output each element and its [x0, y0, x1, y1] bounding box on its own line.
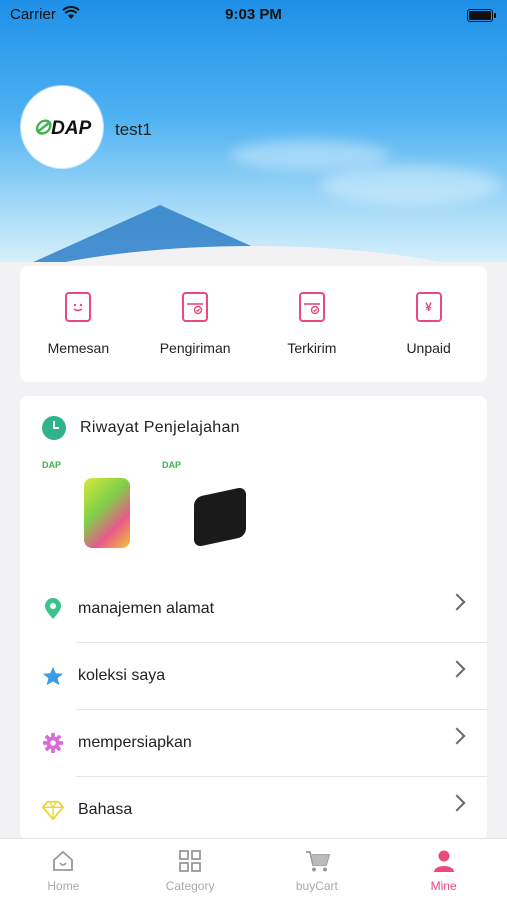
tab-category[interactable]: Category — [127, 839, 254, 901]
menu-item-label: manajemen alamat — [78, 600, 215, 617]
bottom-tab-bar: Home Category buyCart Mine — [0, 838, 507, 901]
home-icon — [51, 849, 75, 873]
chevron-right-icon — [448, 727, 466, 745]
order-memesan-button[interactable]: Memesan — [20, 266, 137, 382]
box-check-icon — [298, 292, 325, 322]
chevron-right-icon — [448, 593, 466, 611]
order-label: Terkirim — [287, 340, 337, 356]
product-charger-image — [194, 486, 246, 548]
cloud-decoration — [320, 165, 500, 205]
cloud-decoration — [230, 140, 390, 170]
order-label: Unpaid — [406, 340, 451, 356]
history-product-thumbnail[interactable]: DAP — [158, 458, 256, 558]
logo-mark-icon: ⊘ — [32, 114, 52, 139]
order-unpaid-button[interactable]: ¥ Unpaid — [370, 266, 487, 382]
order-label: Memesan — [47, 340, 110, 356]
tab-mine[interactable]: Mine — [380, 839, 507, 901]
username[interactable]: test1 — [115, 120, 152, 140]
thumbnail-brand: DAP — [42, 460, 62, 470]
order-status-card: Memesan Pengiriman Terkirim ¥ Unpaid — [20, 266, 487, 382]
tab-label: Home — [47, 879, 80, 893]
box-icon — [182, 292, 209, 322]
yen-icon: ¥ — [415, 292, 442, 322]
tab-buycart[interactable]: buyCart — [254, 839, 381, 901]
grid-icon — [178, 849, 202, 873]
order-pengiriman-button[interactable]: Pengiriman — [137, 266, 254, 382]
menu-card: Riwayat Penjelajahan DAP DAP manajemen a… — [20, 396, 487, 840]
star-icon — [42, 665, 64, 687]
gear-icon — [42, 732, 64, 754]
order-icon — [65, 292, 92, 322]
menu-item-collection[interactable]: koleksi saya — [20, 643, 487, 709]
menu-item-label: Bahasa — [78, 801, 133, 818]
menu-item-language[interactable]: Bahasa — [20, 777, 487, 840]
product-jar-image — [84, 478, 130, 548]
clock-icon — [42, 416, 66, 440]
history-header: Riwayat Penjelajahan — [42, 416, 240, 440]
chevron-right-icon — [448, 794, 466, 812]
location-pin-icon — [42, 598, 64, 620]
tab-home[interactable]: Home — [0, 839, 127, 901]
battery-icon — [467, 9, 496, 22]
menu-item-label: mempersiapkan — [78, 734, 192, 751]
menu-item-label: koleksi saya — [78, 667, 166, 684]
diamond-icon — [42, 799, 64, 821]
history-title: Riwayat Penjelajahan — [80, 419, 240, 436]
chevron-right-icon — [448, 660, 466, 678]
tab-label: Category — [165, 879, 215, 893]
tab-label: buyCart — [295, 879, 338, 893]
order-terkirim-button[interactable]: Terkirim — [254, 266, 371, 382]
history-product-thumbnail[interactable]: DAP — [38, 458, 136, 558]
logo-text: DAP — [51, 118, 92, 139]
tab-label: Mine — [430, 879, 457, 893]
brand-logo: ⊘DAP — [33, 114, 92, 140]
order-label: Pengiriman — [159, 340, 231, 356]
cart-icon — [305, 849, 331, 873]
avatar[interactable]: ⊘DAP — [21, 86, 103, 168]
menu-item-address[interactable]: manajemen alamat — [20, 576, 487, 642]
menu-item-settings[interactable]: mempersiapkan — [20, 710, 487, 776]
person-icon — [432, 849, 456, 873]
thumbnail-brand: DAP — [162, 460, 182, 470]
clock-time: 9:03 PM — [225, 6, 282, 23]
status-bar: Carrier 9:03 PM — [0, 6, 507, 26]
